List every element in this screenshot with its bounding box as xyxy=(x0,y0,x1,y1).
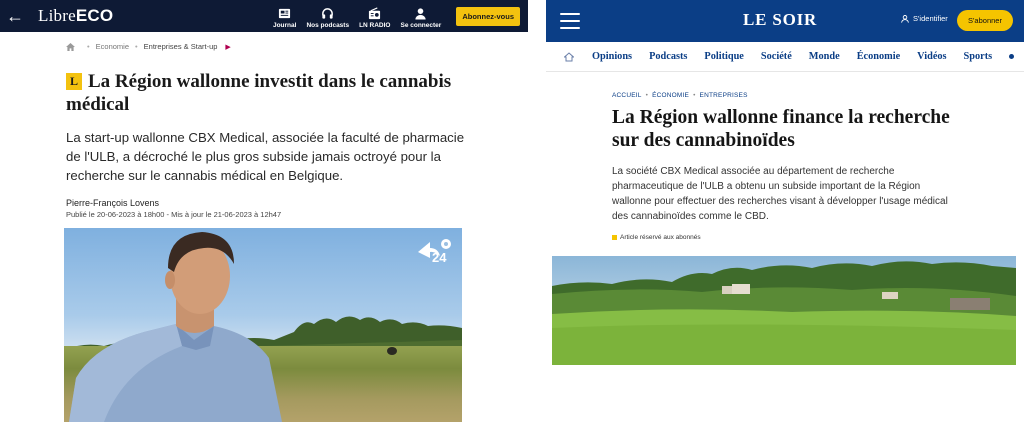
breadcrumb-economie[interactable]: ÉCONOMIE xyxy=(652,92,689,99)
menu-icon[interactable] xyxy=(560,13,580,29)
breadcrumb-accueil[interactable]: ACCUEIL xyxy=(612,92,642,99)
nav-sports[interactable]: Sports xyxy=(964,51,993,62)
article-video[interactable]: 24 xyxy=(64,228,462,422)
premium-square-icon xyxy=(612,235,617,240)
breadcrumb-entreprises[interactable]: Entreprises & Start-up xyxy=(144,42,218,51)
libre-nav: Journal Nos podcasts LN RADIO Se connect… xyxy=(268,0,446,32)
home-icon[interactable] xyxy=(66,42,75,51)
breadcrumb-entreprises[interactable]: ENTREPRISES xyxy=(700,92,748,99)
article-title: L La Région wallonne investit dans le can… xyxy=(66,71,452,115)
libre-top-bar: ← LibreECO Journal Nos podcasts LN RADIO… xyxy=(0,0,528,32)
article-date: Publié le 20-06-2023 à 18h00 - Mis à jou… xyxy=(66,210,282,219)
nav-ln-radio[interactable]: LN RADIO xyxy=(354,0,395,32)
libre-eco-page: ← LibreECO Journal Nos podcasts LN RADIO… xyxy=(0,0,528,444)
le-soir-page: LE SOIR S'identifier S'abonner Opinions … xyxy=(546,0,1024,444)
login-link[interactable]: S'identifier xyxy=(901,14,948,23)
nav-login[interactable]: Se connecter xyxy=(396,0,447,32)
breadcrumb-separator: • xyxy=(693,92,696,99)
article-photo xyxy=(552,256,1016,365)
article-lead: La start-up wallonne CBX Medical, associ… xyxy=(66,130,465,183)
breadcrumb: ACCUEIL • ÉCONOMIE • ENTREPRISES xyxy=(612,92,748,99)
nav-politique[interactable]: Politique xyxy=(704,51,743,62)
nav-economie[interactable]: Économie xyxy=(857,51,900,62)
user-icon xyxy=(901,14,909,23)
nav-opinions[interactable]: Opinions xyxy=(592,51,632,62)
newspaper-icon xyxy=(279,8,291,19)
interviewee xyxy=(69,232,397,422)
svg-text:24: 24 xyxy=(432,250,447,264)
radio-icon xyxy=(369,7,381,20)
soir-logo[interactable]: LE SOIR xyxy=(743,10,817,30)
home-icon[interactable] xyxy=(564,51,574,62)
landscape-image xyxy=(552,261,1016,365)
user-icon xyxy=(415,8,427,20)
breadcrumb-separator: • xyxy=(135,42,138,51)
breadcrumb-separator: • xyxy=(87,42,90,51)
libre-logo[interactable]: LibreECO xyxy=(38,6,113,26)
play-triangle-icon: ▶ xyxy=(225,43,231,51)
soir-top-bar: LE SOIR S'identifier S'abonner xyxy=(546,0,1024,42)
article-lead: La société CBX Medical associée au dépar… xyxy=(612,166,948,222)
section-nav: Opinions Podcasts Politique Société Mond… xyxy=(546,42,1024,72)
nav-monde[interactable]: Monde xyxy=(809,51,840,62)
article-title: La Région wallonne finance la recherche … xyxy=(612,107,950,151)
back-arrow-icon[interactable]: ← xyxy=(6,6,26,27)
subscribe-button[interactable]: Abonnez-vous xyxy=(456,6,520,26)
subscribe-button[interactable]: S'abonner xyxy=(957,10,1013,31)
premium-badge: L xyxy=(66,73,82,90)
nav-podcasts[interactable]: Nos podcasts xyxy=(301,0,354,32)
more-dot-icon[interactable] xyxy=(1009,54,1015,59)
channel-24-logo[interactable]: 24 xyxy=(416,236,452,264)
headphones-icon xyxy=(322,8,334,19)
subscriber-only-label: Article réservé aux abonnés xyxy=(612,234,701,241)
nav-journal[interactable]: Journal xyxy=(268,0,301,32)
breadcrumb-separator: • xyxy=(645,92,649,99)
nav-societe[interactable]: Société xyxy=(761,51,792,62)
breadcrumb-economie[interactable]: Economie xyxy=(96,42,129,51)
nav-podcasts[interactable]: Podcasts xyxy=(649,51,687,62)
article-author[interactable]: Pierre-François Lovens xyxy=(66,198,159,208)
breadcrumb: • Economie • Entreprises & Start-up ▶ xyxy=(66,42,231,51)
nav-videos[interactable]: Vidéos xyxy=(917,51,946,62)
